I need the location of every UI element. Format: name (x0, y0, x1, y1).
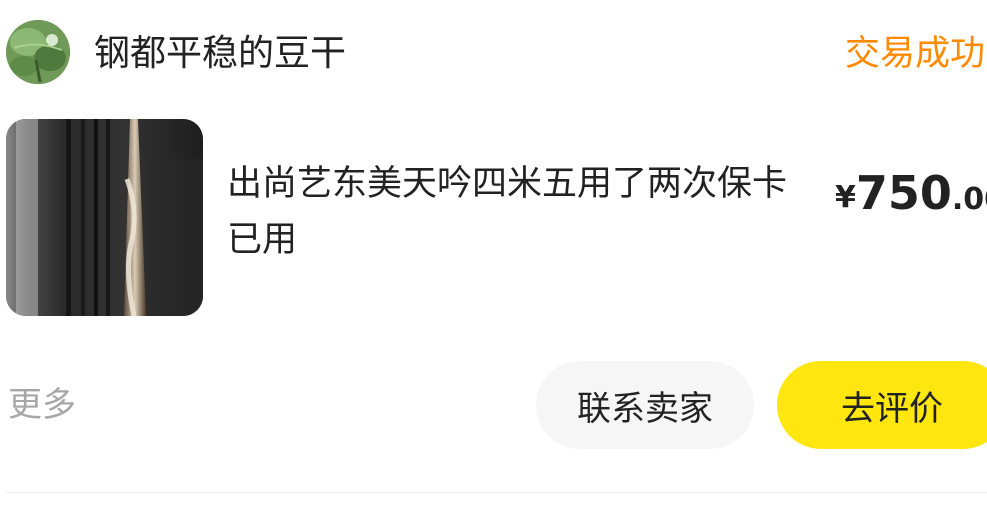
fishing-rod-photo-icon (6, 119, 203, 316)
divider (6, 492, 987, 493)
product-image[interactable] (6, 119, 203, 316)
order-card: 钢都平稳的豆干 交易成功 出尚艺东美天吟四米五用了两次保卡已用 ¥750.0 更… (0, 0, 987, 532)
item-price: ¥750.00 (835, 166, 987, 220)
more-button[interactable]: 更多 (8, 383, 76, 427)
price-decimal: .00 (951, 182, 987, 217)
lotus-leaf-avatar-icon (6, 20, 70, 84)
contact-seller-button[interactable]: 联系卖家 (536, 361, 754, 449)
price-integer: 750 (855, 166, 952, 220)
order-status: 交易成功 (845, 34, 986, 74)
seller-avatar[interactable] (6, 20, 70, 84)
item-title[interactable]: 出尚艺东美天吟四米五用了两次保卡已用 (227, 156, 817, 268)
price-currency: ¥ (835, 180, 856, 215)
seller-name[interactable]: 钢都平稳的豆干 (94, 30, 346, 78)
review-button[interactable]: 去评价 (777, 361, 987, 449)
